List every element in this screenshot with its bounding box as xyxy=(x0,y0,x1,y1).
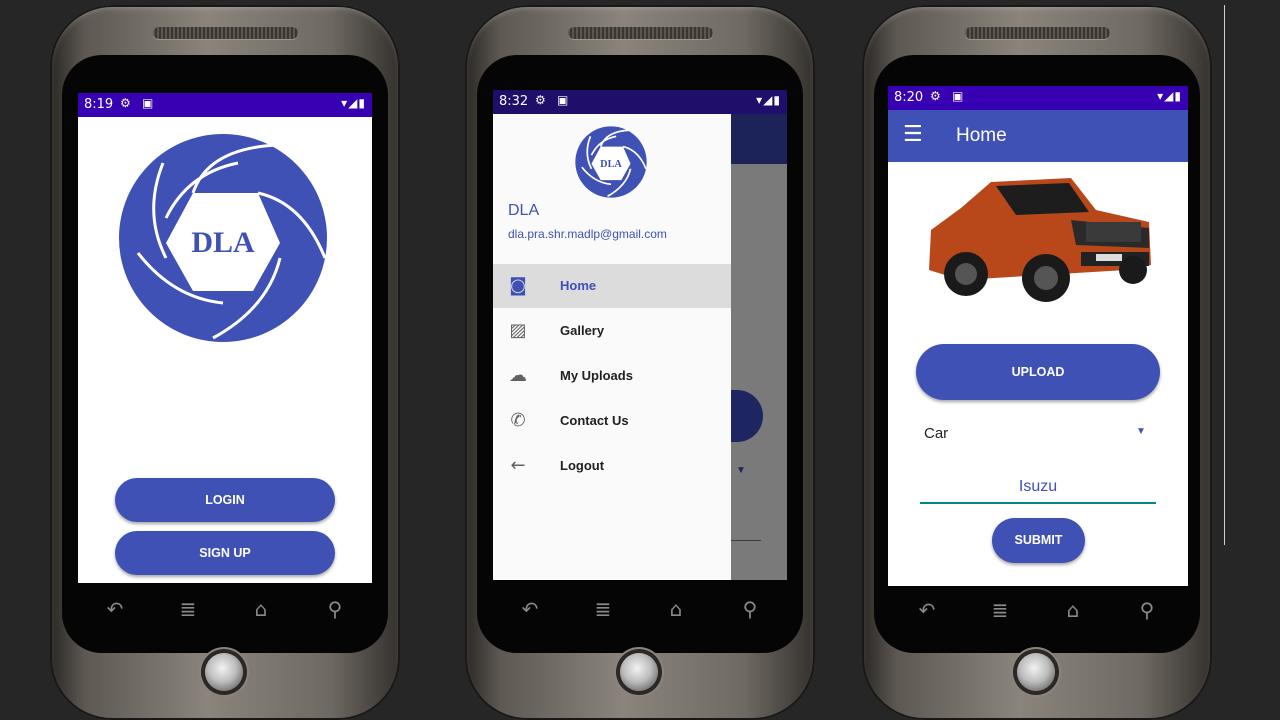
drawer-item-my-uploads[interactable]: ☁ My Uploads xyxy=(493,354,731,398)
phone-frame-1: 8:19 ⚙ ▣ ▾◢▮ DLA LOGIN SIGN UP ↶ ≣ ⌂ ⚲ xyxy=(50,5,400,720)
nav-keys: ↶ ≣ ⌂ ⚲ xyxy=(78,592,372,628)
drawer-item-home[interactable]: ◙ Home xyxy=(493,264,731,308)
drawer-user-email: dla.pra.shr.madlp@gmail.com xyxy=(508,227,667,241)
dimmed-field-line xyxy=(731,540,761,541)
status-bar: 8:32 ⚙ ▣ ▾◢▮ xyxy=(493,90,787,114)
dimmed-dropdown-arrow: ▼ xyxy=(736,465,746,476)
logo-text: DLA xyxy=(191,226,255,259)
back-key-icon[interactable]: ↶ xyxy=(100,596,130,622)
drawer-item-label: Contact Us xyxy=(560,413,629,428)
chevron-down-icon: ▼ xyxy=(1136,426,1146,437)
brand-input[interactable]: Isuzu xyxy=(920,472,1156,504)
phone-icon: ✆ xyxy=(510,410,526,431)
settings-icon: ⚙ xyxy=(120,96,131,110)
nav-keys: ↶ ≣ ⌂ ⚲ xyxy=(890,593,1184,629)
menu-key-icon[interactable]: ≣ xyxy=(588,596,618,622)
signal-battery-icons: ▾◢▮ xyxy=(341,96,366,110)
camera-icon: ◙ xyxy=(509,275,527,296)
drawer-logo-text: DLA xyxy=(600,159,622,170)
login-button[interactable]: LOGIN xyxy=(115,478,335,522)
status-time: 8:19 xyxy=(84,97,114,112)
hardware-home-button[interactable] xyxy=(205,653,243,691)
home-key-icon[interactable]: ⌂ xyxy=(661,596,691,622)
speaker-grille xyxy=(568,27,713,39)
nav-keys: ↶ ≣ ⌂ ⚲ xyxy=(493,592,787,628)
back-key-icon[interactable]: ↶ xyxy=(515,596,545,622)
submit-button[interactable]: SUBMIT xyxy=(992,518,1085,563)
drawer-logo: DLA xyxy=(575,126,647,198)
divider-line xyxy=(1224,5,1225,545)
status-time: 8:20 xyxy=(894,90,924,105)
drawer-item-label: Gallery xyxy=(560,323,605,338)
search-key-icon[interactable]: ⚲ xyxy=(735,596,765,622)
drawer-item-label: My Uploads xyxy=(560,368,633,383)
signup-button[interactable]: SIGN UP xyxy=(115,531,335,575)
hardware-home-button[interactable] xyxy=(620,653,658,691)
phone-frame-2: 8:32 ⚙ ▣ ▾◢▮ ▼ DLA DLA dla.pra.shr.madlp… xyxy=(465,5,815,720)
cloud-upload-icon: ☁ xyxy=(509,365,527,386)
dla-logo: DLA xyxy=(119,134,327,342)
search-key-icon[interactable]: ⚲ xyxy=(1132,597,1162,623)
status-time: 8:32 xyxy=(499,94,529,109)
toolbar-title: Home xyxy=(956,125,1007,146)
settings-icon: ⚙ xyxy=(535,93,546,107)
settings-icon: ⚙ xyxy=(930,89,941,103)
drawer-item-logout[interactable]: ← Logout xyxy=(493,444,731,488)
app-toolbar: ☰ Home xyxy=(888,110,1188,162)
back-key-icon[interactable]: ↶ xyxy=(912,597,942,623)
status-bar: 8:20 ⚙ ▣ ▾◢▮ xyxy=(888,86,1188,110)
drawer-screen: 8:32 ⚙ ▣ ▾◢▮ ▼ DLA DLA dla.pra.shr.madlp… xyxy=(493,90,787,580)
phone-frame-3: 8:20 ⚙ ▣ ▾◢▮ ☰ Home UPLOAD Car ▼ Isuzu S… xyxy=(862,5,1212,720)
home-key-icon[interactable]: ⌂ xyxy=(1058,597,1088,623)
home-screen: 8:20 ⚙ ▣ ▾◢▮ ☰ Home UPLOAD Car ▼ Isuzu S… xyxy=(888,86,1188,586)
menu-key-icon[interactable]: ≣ xyxy=(173,596,203,622)
notification-icon: ▣ xyxy=(557,93,569,107)
home-key-icon[interactable]: ⌂ xyxy=(246,596,276,622)
drawer-user-name: DLA xyxy=(508,202,540,219)
drawer-item-contact-us[interactable]: ✆ Contact Us xyxy=(493,399,731,443)
hamburger-menu-icon[interactable]: ☰ xyxy=(903,122,923,147)
notification-icon: ▣ xyxy=(952,89,964,103)
gallery-icon: ▨ xyxy=(509,320,527,341)
search-key-icon[interactable]: ⚲ xyxy=(320,596,350,622)
signal-battery-icons: ▾◢▮ xyxy=(1157,89,1182,103)
speaker-grille xyxy=(965,27,1110,39)
navigation-drawer: DLA DLA dla.pra.shr.madlp@gmail.com ◙ Ho… xyxy=(493,114,731,580)
drawer-item-label: Logout xyxy=(560,458,605,473)
truck-image xyxy=(929,178,1151,302)
category-value: Car xyxy=(924,425,949,442)
drawer-item-label: Home xyxy=(560,278,597,293)
status-bar: 8:19 ⚙ ▣ ▾◢▮ xyxy=(78,93,372,117)
category-dropdown[interactable]: Car ▼ xyxy=(922,416,1152,446)
menu-key-icon[interactable]: ≣ xyxy=(985,597,1015,623)
arrow-back-icon: ← xyxy=(510,455,526,476)
login-screen: 8:19 ⚙ ▣ ▾◢▮ DLA LOGIN SIGN UP xyxy=(78,93,372,583)
upload-button[interactable]: UPLOAD xyxy=(916,344,1160,400)
drawer-item-gallery[interactable]: ▨ Gallery xyxy=(493,309,731,353)
signal-battery-icons: ▾◢▮ xyxy=(756,93,781,107)
brand-input-value: Isuzu xyxy=(1018,478,1058,495)
speaker-grille xyxy=(153,27,298,39)
hardware-home-button[interactable] xyxy=(1017,653,1055,691)
notification-icon: ▣ xyxy=(142,96,154,110)
